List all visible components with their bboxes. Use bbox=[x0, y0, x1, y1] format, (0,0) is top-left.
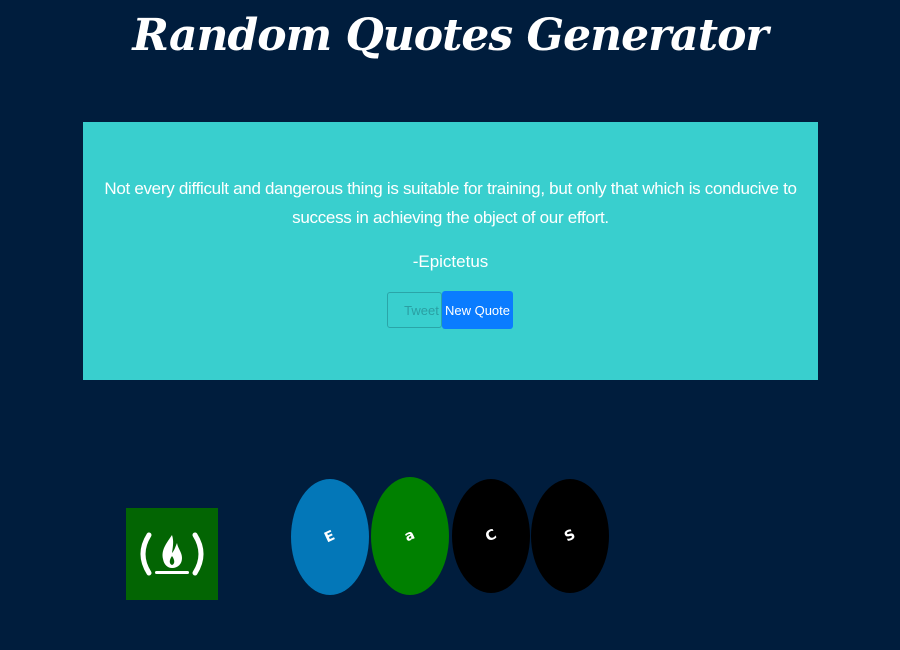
social-link-e[interactable]: E bbox=[291, 479, 369, 595]
freecodecamp-logo[interactable] bbox=[126, 508, 218, 600]
e-icon: E bbox=[322, 527, 338, 547]
tweet-button[interactable]: Tweet bbox=[387, 292, 442, 328]
quote-box: Not every difficult and dangerous thing … bbox=[83, 122, 818, 380]
button-row: Tweet New Quote bbox=[387, 291, 513, 330]
new-quote-button[interactable]: New Quote bbox=[442, 291, 513, 329]
freecodecamp-flame-icon bbox=[140, 532, 204, 576]
quote-text: Not every difficult and dangerous thing … bbox=[104, 179, 797, 227]
page-title: Random Quotes Generator bbox=[132, 10, 768, 61]
quote-author: -Epictetus bbox=[412, 252, 489, 271]
a-icon: a bbox=[402, 526, 418, 546]
social-link-s[interactable]: S bbox=[531, 479, 609, 593]
c-icon: C bbox=[482, 526, 500, 546]
social-link-c[interactable]: C bbox=[452, 479, 530, 593]
s-icon: S bbox=[562, 526, 578, 546]
social-link-a[interactable]: a bbox=[371, 477, 449, 595]
